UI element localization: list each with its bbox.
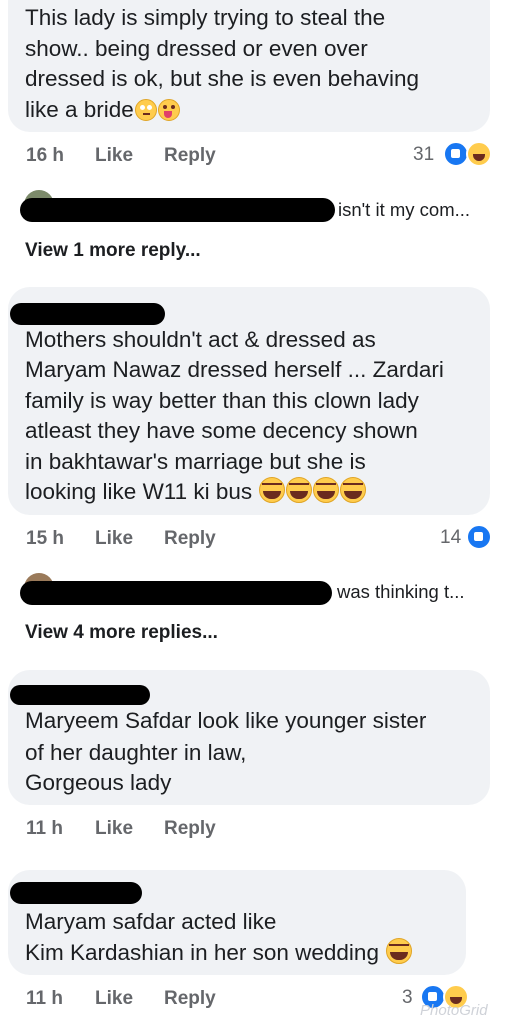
comment-text-line: Kim Kardashian in her son wedding (25, 938, 413, 969)
comment-text-line: like a bride (25, 95, 180, 126)
tears-of-joy-icon (259, 477, 286, 503)
reply-button[interactable]: Reply (164, 528, 216, 550)
comment-text-line: looking like W11 ki bus (25, 477, 367, 508)
comment-text-fragment: Kim Kardashian in her son wedding (25, 940, 379, 965)
comment-text-line: in bakhtawar's marriage but she is (25, 449, 366, 474)
redaction-bar (10, 685, 150, 705)
haha-reaction-icon (466, 141, 492, 167)
reply-preview-text[interactable]: isn't it my com... (338, 199, 470, 221)
comment-text-fragment: looking like W11 ki bus (25, 479, 253, 504)
redaction-bar (20, 198, 335, 222)
face-with-rolling-eyes-icon (134, 99, 157, 121)
reaction-count[interactable]: 31 (413, 144, 434, 166)
comment-text-line: dressed is ok, but she is even behaving (25, 66, 419, 91)
comment-text-line: Maryeem Safdar look like younger sister (25, 708, 427, 733)
comment-text-line: Mothers shouldn't act & dressed as (25, 327, 376, 352)
like-button[interactable]: Like (95, 818, 133, 840)
watermark: PhotoGrid (420, 1002, 488, 1019)
reply-button[interactable]: Reply (164, 988, 216, 1010)
tears-of-joy-icon (386, 938, 413, 964)
comment-text-line: atleast they have some decency shown (25, 418, 418, 443)
comment-timestamp: 15 h (26, 528, 65, 549)
like-button[interactable]: Like (95, 528, 133, 550)
reaction-count[interactable]: 14 (440, 527, 461, 549)
comment-text-line: Gorgeous lady (25, 770, 172, 795)
reaction-count[interactable]: 3 (402, 987, 413, 1009)
view-more-replies-link[interactable]: View 1 more reply... (25, 240, 201, 262)
comment-text-line: Maryam safdar acted like (25, 909, 277, 934)
comment-text-line: Maryam Nawaz dressed herself ... Zardari (25, 357, 444, 382)
redaction-bar (20, 581, 332, 605)
comment-text-line: family is way better than this clown lad… (25, 388, 419, 413)
comment-timestamp: 11 h (26, 818, 63, 839)
zany-face-icon (157, 99, 180, 121)
tears-of-joy-icon (340, 477, 367, 503)
reply-button[interactable]: Reply (164, 145, 216, 167)
comment-text-line: of her daughter in law, (25, 740, 247, 765)
comment-text-line: show.. being dressed or even over (25, 36, 368, 61)
redaction-bar (10, 303, 165, 325)
like-button[interactable]: Like (95, 145, 133, 167)
like-reaction-icon (466, 524, 492, 550)
reply-preview-text[interactable]: was thinking t... (337, 581, 465, 603)
comment-text-fragment: like a bride (25, 97, 134, 122)
comment-timestamp: 11 h (26, 988, 63, 1009)
tears-of-joy-icon (286, 477, 313, 503)
tears-of-joy-icon (313, 477, 340, 503)
comment-text-line: This lady is simply trying to steal the (25, 5, 386, 30)
like-button[interactable]: Like (95, 988, 133, 1010)
redaction-bar (10, 882, 142, 904)
reply-button[interactable]: Reply (164, 818, 216, 840)
view-more-replies-link[interactable]: View 4 more replies... (25, 622, 218, 644)
comment-timestamp: 16 h (26, 145, 65, 166)
